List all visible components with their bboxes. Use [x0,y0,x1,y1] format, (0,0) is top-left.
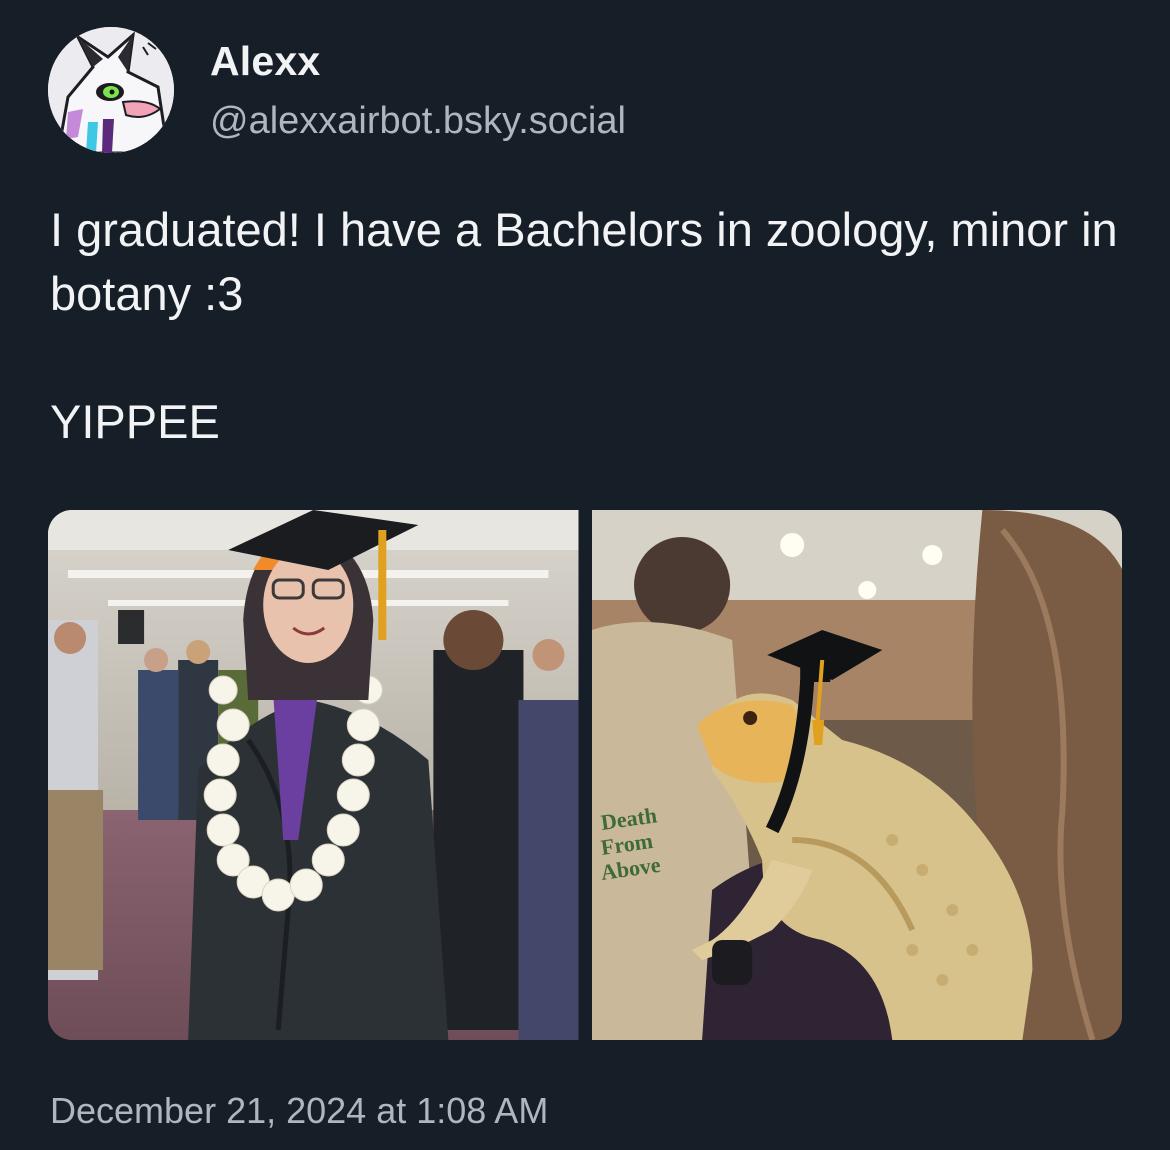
author-handle[interactable]: @alexxairbot.bsky.social [210,100,626,143]
post-image-bearded-dragon[interactable]: Death From Above [591,510,1122,1040]
author-display-name[interactable]: Alexx [210,38,320,85]
post-image-graduate[interactable] [48,510,579,1040]
avatar[interactable] [48,27,174,153]
post-text: I graduated! I have a Bachelors in zoolo… [50,198,1130,454]
graduate-photo [48,510,579,1040]
fox-character-avatar-icon [48,27,174,153]
post-timestamp[interactable]: December 21, 2024 at 1:08 AM [50,1090,548,1132]
post-card: Alexx @alexxairbot.bsky.social I graduat… [0,0,1170,1150]
post-text-line: I graduated! I have a Bachelors in zoolo… [50,203,1118,320]
image-gallery: Death From Above [48,510,1122,1040]
post-text-line: YIPPEE [50,395,220,448]
bearded-dragon-photo: Death From Above [591,510,1122,1040]
